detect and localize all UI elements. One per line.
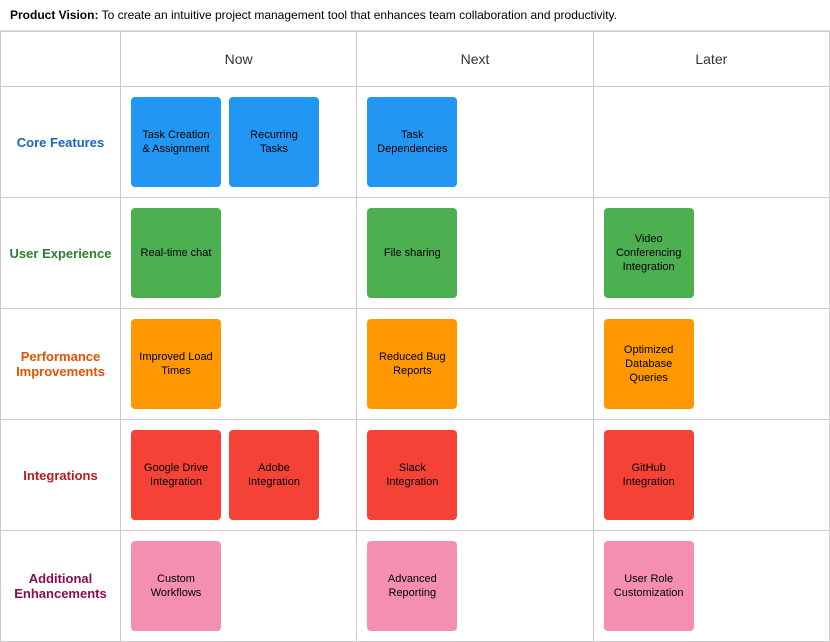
row-label-user-experience: User Experience (1, 198, 121, 309)
col-later: Later (594, 32, 830, 87)
card-performance-improvements-next-0: Reduced Bug Reports (367, 319, 457, 409)
row-label-integrations: Integrations (1, 420, 121, 531)
cell-user-experience-later: Video Conferencing Integration (594, 198, 830, 309)
row-label-additional-enhancements: Additional Enhancements (1, 531, 121, 642)
row-label-performance-improvements: Performance Improvements (1, 309, 121, 420)
cell-performance-improvements-later: Optimized Database Queries (594, 309, 830, 420)
card-core-features-next-0: Task Dependencies (367, 97, 457, 187)
cell-additional-enhancements-now: Custom Workflows (121, 531, 357, 642)
card-integrations-later-0: GitHub Integration (604, 430, 694, 520)
cell-integrations-later: GitHub Integration (594, 420, 830, 531)
roadmap-grid: Now Next Later Core FeaturesTask Creatio… (0, 31, 830, 642)
cell-user-experience-now: Real-time chat (121, 198, 357, 309)
cell-core-features-now: Task Creation & AssignmentRecurring Task… (121, 87, 357, 198)
card-user-experience-later-0: Video Conferencing Integration (604, 208, 694, 298)
card-additional-enhancements-later-0: User Role Customization (604, 541, 694, 631)
card-integrations-now-1: Adobe Integration (229, 430, 319, 520)
cell-core-features-later (594, 87, 830, 198)
header: Product Vision: To create an intuitive p… (0, 0, 830, 31)
col-empty (1, 32, 121, 87)
card-user-experience-next-0: File sharing (367, 208, 457, 298)
cell-performance-improvements-next: Reduced Bug Reports (357, 309, 593, 420)
card-integrations-now-0: Google Drive Integration (131, 430, 221, 520)
cell-core-features-next: Task Dependencies (357, 87, 593, 198)
card-user-experience-now-0: Real-time chat (131, 208, 221, 298)
card-integrations-next-0: Slack Integration (367, 430, 457, 520)
cell-additional-enhancements-later: User Role Customization (594, 531, 830, 642)
cell-integrations-next: Slack Integration (357, 420, 593, 531)
card-performance-improvements-now-0: Improved Load Times (131, 319, 221, 409)
card-performance-improvements-later-0: Optimized Database Queries (604, 319, 694, 409)
header-label: Product Vision: (10, 8, 98, 22)
row-label-core-features: Core Features (1, 87, 121, 198)
card-core-features-now-0: Task Creation & Assignment (131, 97, 221, 187)
cell-performance-improvements-now: Improved Load Times (121, 309, 357, 420)
cell-additional-enhancements-next: Advanced Reporting (357, 531, 593, 642)
card-additional-enhancements-next-0: Advanced Reporting (367, 541, 457, 631)
col-next: Next (357, 32, 593, 87)
card-core-features-now-1: Recurring Tasks (229, 97, 319, 187)
header-text: To create an intuitive project managemen… (102, 8, 617, 22)
cell-integrations-now: Google Drive IntegrationAdobe Integratio… (121, 420, 357, 531)
cell-user-experience-next: File sharing (357, 198, 593, 309)
col-now: Now (121, 32, 357, 87)
card-additional-enhancements-now-0: Custom Workflows (131, 541, 221, 631)
